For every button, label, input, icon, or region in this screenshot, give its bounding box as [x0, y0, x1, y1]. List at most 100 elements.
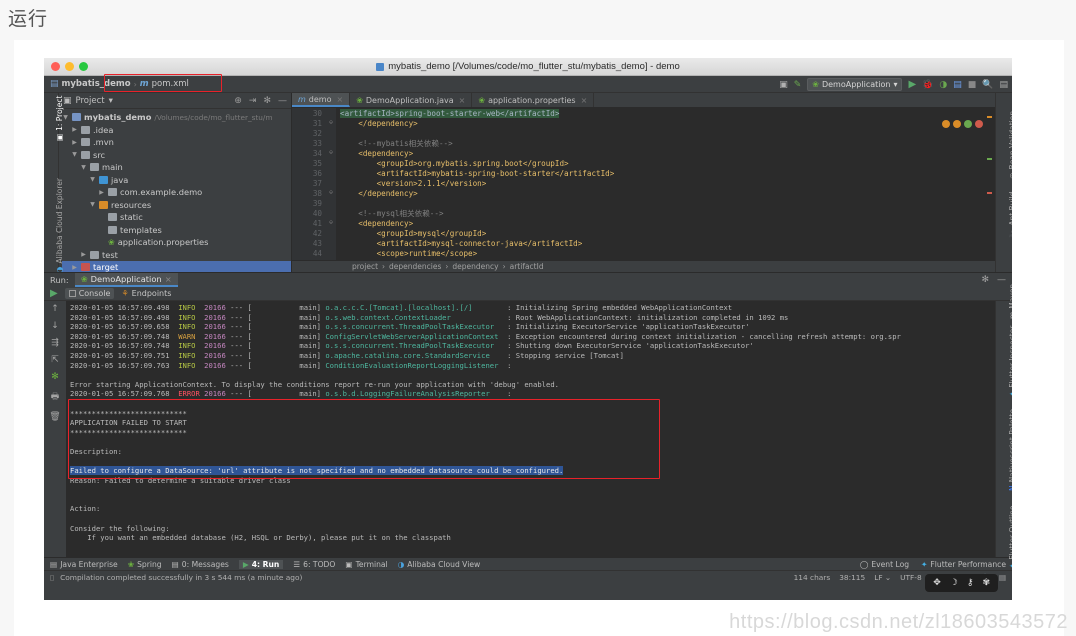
console-toolbar[interactable]: ↑ ↓ ⇶ ⇱ ✻ 🖶 🗑 [44, 301, 66, 557]
breadcrumb-module[interactable]: mybatis_demo [62, 79, 131, 89]
chevron-right-icon[interactable]: ▶ [80, 251, 87, 258]
project-structure-icon[interactable]: ▤ [999, 80, 1008, 90]
bottom-item-spring[interactable]: ❀ Spring [128, 560, 162, 569]
chevron-down-icon[interactable]: ▼ [80, 164, 87, 171]
error-stripe[interactable] [986, 110, 993, 260]
sidebar-item-bean-validation[interactable]: ◎ Bean Validation [1008, 111, 1012, 179]
sidebar-item-alibaba-cloud-explorer[interactable]: ◑ Alibaba Cloud Explorer [55, 178, 64, 273]
run-icon[interactable]: ▶ [908, 79, 916, 90]
breadcrumb-project[interactable]: project [352, 262, 378, 271]
code-editor[interactable]: 30313233343536373839404142434445 ⊖ ⊖ ⊖ ⊖… [292, 108, 995, 260]
settings-icon[interactable]: ✻ [263, 96, 271, 106]
console-output[interactable]: 2020-01-05 16:57:09.498 INFO 20166 --- [… [66, 301, 995, 557]
screen-icon[interactable]: ▣ [779, 80, 788, 90]
chevron-right-icon[interactable]: ▶ [71, 126, 78, 133]
move-icon[interactable]: ✥ [933, 578, 941, 588]
close-icon[interactable]: × [336, 95, 343, 104]
debug-icon[interactable]: 🐞 [922, 80, 933, 90]
breadcrumb-file[interactable]: pom.xml [152, 79, 189, 89]
tab-console[interactable]: Console [64, 288, 115, 299]
scroll-to-end-icon[interactable]: ⇱ [51, 355, 59, 365]
chevron-right-icon[interactable]: ▶ [71, 139, 78, 146]
chevron-right-icon[interactable]: ▶ [71, 264, 78, 271]
breadcrumb-dependency[interactable]: dependency [452, 262, 498, 271]
tree-node-com-example-demo[interactable]: ▶ com.example.demo [62, 186, 291, 199]
up-icon[interactable]: ↑ [51, 304, 59, 314]
sidebar-item-flutter-outline[interactable]: ✦ Flutter Outline [1008, 505, 1012, 569]
code-lines[interactable]: <artifactId>spring-boot-starter-web</art… [336, 108, 995, 260]
editor-tab-demoapplication-java[interactable]: ❀ DemoApplication.java × [350, 93, 473, 107]
tree-node-templates[interactable]: templates [62, 224, 291, 237]
status-line-separator[interactable]: LF ⌄ [874, 573, 891, 582]
settings-icon[interactable]: ✾ [982, 578, 990, 588]
moon-icon[interactable]: ☽ [950, 578, 958, 588]
search-icon[interactable]: 🔍 [982, 80, 993, 90]
profile-icon[interactable]: ▤ [953, 80, 962, 90]
chevron-down-icon[interactable]: ▾ [893, 80, 897, 89]
error-bubble-icon[interactable] [975, 120, 983, 128]
tab-endpoints[interactable]: ⚘ Endpoints [121, 289, 171, 298]
hammer-icon[interactable]: ✎ [794, 80, 802, 90]
bottom-item-run[interactable]: ▶ 4: Run [238, 559, 284, 569]
floating-toolbar[interactable]: ✥ ☽ ⚷ ✾ [925, 574, 998, 592]
chevron-down-icon[interactable]: ▾ [109, 96, 113, 106]
failure-description-text[interactable]: Failed to configure a DataSource: 'url' … [70, 466, 995, 476]
locate-icon[interactable]: ⊕ [234, 96, 242, 106]
status-caret-position[interactable]: 38:115 [839, 573, 865, 582]
run-configuration-selector[interactable]: ❀ DemoApplication ▾ [807, 78, 903, 91]
down-icon[interactable]: ↓ [51, 321, 59, 331]
key-icon[interactable]: ⚷ [967, 578, 974, 588]
fold-gutter[interactable]: ⊖ ⊖ ⊖ ⊖ ⊖ [326, 108, 336, 260]
settings-icon[interactable]: ✻ [51, 372, 59, 382]
stop-icon[interactable]: ■ [968, 80, 977, 90]
run-tab-demoapplication[interactable]: ❀ DemoApplication × [74, 273, 178, 287]
bottom-item-todo[interactable]: ☰ 6: TODO [293, 560, 335, 569]
collapse-all-icon[interactable]: ⇥ [249, 96, 257, 106]
ok-bubble-icon[interactable] [964, 120, 972, 128]
warning-bubble-icon[interactable] [953, 120, 961, 128]
editor-breadcrumb[interactable]: project › dependencies › dependency › artif… [292, 260, 995, 272]
editor-tab-demo[interactable]: m demo × [292, 93, 351, 107]
sidebar-item-flutter-inspector[interactable]: ✦ Flutter Inspector [1008, 326, 1012, 397]
hide-icon[interactable]: — [997, 275, 1006, 285]
coverage-icon[interactable]: ◑ [939, 80, 947, 90]
breadcrumb-artifactid[interactable]: artifactId [510, 262, 544, 271]
editor-tab-application-properties[interactable]: ❀ application.properties × [472, 93, 595, 107]
bottom-item-messages[interactable]: ▤ 0: Messages [172, 560, 229, 569]
tree-node-static[interactable]: static [62, 211, 291, 224]
close-icon[interactable]: × [581, 96, 588, 105]
chevron-down-icon[interactable]: ▼ [71, 151, 78, 158]
bottom-item-event-log[interactable]: ◯ Event Log [860, 560, 909, 569]
editor-tab-bar[interactable]: m demo × ❀ DemoApplication.java × ❀ application… [292, 93, 995, 108]
chevron-down-icon[interactable]: ▼ [89, 176, 96, 183]
soft-wrap-icon[interactable]: ⇶ [51, 338, 59, 348]
tree-node--idea[interactable]: ▶ .idea [62, 124, 291, 137]
tree-node-src[interactable]: ▼ src [62, 149, 291, 162]
bottom-item-flutter-performance[interactable]: ✦ Flutter Performance [921, 560, 1006, 569]
breadcrumb-dependencies[interactable]: dependencies [389, 262, 441, 271]
tree-node--mvn[interactable]: ▶ .mvn [62, 136, 291, 149]
sidebar-item-nativescript-palette[interactable]: N Nativescript Palette [1008, 409, 1012, 491]
tree-node-main[interactable]: ▼ main [62, 161, 291, 174]
project-tree[interactable]: ▼ mybatis_demo/Volumes/code/mo_flutter_st… [59, 109, 291, 272]
status-encoding[interactable]: UTF-8 [900, 573, 922, 582]
tree-node-java[interactable]: ▼ java [62, 174, 291, 187]
intention-bubbles[interactable] [942, 120, 983, 128]
bottom-item-java-enterprise[interactable]: ▤ Java Enterprise [50, 560, 118, 569]
settings-icon[interactable]: ✻ [981, 275, 989, 285]
tree-node-target[interactable]: ▶ target [62, 261, 291, 272]
rerun-icon[interactable]: ▶ [50, 288, 58, 299]
close-icon[interactable]: × [459, 96, 466, 105]
tree-node-application-properties[interactable]: ❀ application.properties [62, 236, 291, 249]
trash-icon[interactable]: 🗑 [49, 412, 60, 422]
tree-node-mybatis-demo[interactable]: ▼ mybatis_demo/Volumes/code/mo_flutter_st… [62, 111, 291, 124]
chevron-right-icon[interactable]: ▶ [98, 189, 105, 196]
hide-icon[interactable]: — [278, 96, 287, 106]
sidebar-item-maven[interactable]: m Maven [1008, 284, 1012, 319]
memory-icon[interactable]: ▤ [999, 573, 1006, 582]
sidebar-item-ant-build[interactable]: 🐜 Ant Build [1008, 192, 1012, 238]
warning-bubble-icon[interactable] [942, 120, 950, 128]
tree-node-test[interactable]: ▶ test [62, 249, 291, 262]
bottom-item-alibaba-cloud-view[interactable]: ◑ Alibaba Cloud View [398, 560, 481, 569]
sidebar-item-project[interactable]: ▣ 1: Project [55, 96, 64, 141]
